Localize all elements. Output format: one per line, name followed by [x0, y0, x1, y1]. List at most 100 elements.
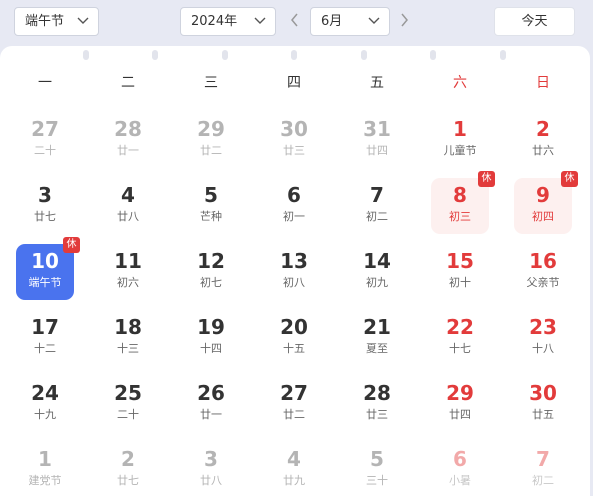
day-cell[interactable]: 5 芒种: [182, 178, 240, 234]
day-cell[interactable]: 30 廿三: [265, 112, 323, 168]
year-select[interactable]: 2024年: [180, 7, 276, 36]
day-cell[interactable]: 7 初二: [514, 442, 572, 496]
lunar-label: 父亲节: [526, 276, 560, 289]
day-cell[interactable]: 24 十九: [16, 376, 74, 432]
day-number: 1: [453, 117, 467, 141]
day-cell[interactable]: 7 初二: [348, 178, 406, 234]
day-cell[interactable]: 25 二十: [99, 376, 157, 432]
day-cell[interactable]: 2 廿七: [99, 442, 157, 496]
lunar-label: 十四: [200, 342, 222, 355]
weekday-label: 日: [536, 75, 550, 91]
rest-day-badge: 休: [561, 171, 578, 187]
day-number: 2: [536, 117, 550, 141]
lunar-label: 初二: [532, 474, 554, 487]
festival-select-value: 端午节: [25, 14, 65, 29]
day-cell[interactable]: 28 廿三: [348, 376, 406, 432]
day-cell[interactable]: 6 初一: [265, 178, 323, 234]
day-cell[interactable]: 5 三十: [348, 442, 406, 496]
lunar-label: 十五: [283, 342, 305, 355]
lunar-label: 廿七: [34, 210, 56, 223]
lunar-label: 廿八: [117, 210, 139, 223]
lunar-label: 十三: [117, 342, 139, 355]
day-cell[interactable]: 4 廿八: [99, 178, 157, 234]
weekday-label: 六: [453, 75, 467, 91]
lunar-label: 初八: [283, 276, 305, 289]
lunar-label: 初二: [366, 210, 388, 223]
chevron-down-icon: [77, 17, 89, 24]
chevron-down-icon: [254, 17, 266, 24]
day-number: 3: [204, 447, 218, 471]
day-number: 13: [280, 249, 308, 273]
day-number: 6: [287, 183, 301, 207]
day-number: 26: [197, 381, 225, 405]
next-month-icon[interactable]: [399, 13, 409, 27]
day-cell[interactable]: 27 二十: [16, 112, 74, 168]
weekday-label: 五: [370, 75, 384, 91]
day-cell[interactable]: 15 初十: [431, 244, 489, 300]
day-cell[interactable]: 3 廿七: [16, 178, 74, 234]
previous-month-icon[interactable]: [290, 13, 300, 27]
day-cell[interactable]: 26 廿一: [182, 376, 240, 432]
day-cell[interactable]: 4 廿九: [265, 442, 323, 496]
day-cell[interactable]: 1 儿童节: [431, 112, 489, 168]
day-cell[interactable]: 19 十四: [182, 310, 240, 366]
day-number: 5: [370, 447, 384, 471]
day-cell[interactable]: 11 初六: [99, 244, 157, 300]
day-number: 29: [446, 381, 474, 405]
day-number: 28: [363, 381, 391, 405]
binder-ring: [500, 50, 506, 60]
day-cell[interactable]: 27 廿二: [265, 376, 323, 432]
day-cell[interactable]: 28 廿一: [99, 112, 157, 168]
lunar-label: 初十: [449, 276, 471, 289]
lunar-label: 初九: [366, 276, 388, 289]
festival-select[interactable]: 端午节: [14, 7, 99, 36]
binder-ring: [291, 50, 297, 60]
day-cell[interactable]: 3 廿八: [182, 442, 240, 496]
day-cell[interactable]: 23 十八: [514, 310, 572, 366]
weekday-label: 一: [38, 75, 52, 91]
lunar-label: 十九: [34, 408, 56, 421]
lunar-label: 廿四: [366, 144, 388, 157]
day-cell[interactable]: 22 十七: [431, 310, 489, 366]
lunar-label: 廿八: [200, 474, 222, 487]
day-cell[interactable]: 8 初三休: [431, 171, 495, 234]
lunar-label: 廿一: [117, 144, 139, 157]
day-cell[interactable]: 31 廿四: [348, 112, 406, 168]
day-cell[interactable]: 12 初七: [182, 244, 240, 300]
day-cell[interactable]: 14 初九: [348, 244, 406, 300]
day-number: 7: [370, 183, 384, 207]
day-cell[interactable]: 17 十二: [16, 310, 74, 366]
day-number: 4: [121, 183, 135, 207]
day-cell[interactable]: 1 建党节: [16, 442, 74, 496]
today-button[interactable]: 今天: [494, 7, 575, 36]
day-number: 5: [204, 183, 218, 207]
day-cell[interactable]: 6 小暑: [431, 442, 489, 496]
day-number: 27: [280, 381, 308, 405]
day-cell[interactable]: 29 廿四: [431, 376, 489, 432]
day-cell[interactable]: 20 十五: [265, 310, 323, 366]
year-select-value: 2024年: [191, 14, 238, 29]
day-number: 19: [197, 315, 225, 339]
lunar-label: 廿四: [449, 408, 471, 421]
day-number: 7: [536, 447, 550, 471]
day-cell-selected[interactable]: 10 端午节休: [16, 237, 80, 300]
month-select[interactable]: 6月: [310, 7, 390, 36]
lunar-label: 十八: [532, 342, 554, 355]
lunar-label: 初三: [449, 210, 471, 223]
lunar-label: 廿一: [200, 408, 222, 421]
day-cell[interactable]: 21 夏至: [348, 310, 406, 366]
lunar-label: 廿九: [283, 474, 305, 487]
day-cell[interactable]: 30 廿五: [514, 376, 572, 432]
day-number: 20: [280, 315, 308, 339]
day-cell[interactable]: 29 廿二: [182, 112, 240, 168]
lunar-label: 廿三: [366, 408, 388, 421]
lunar-label: 初一: [283, 210, 305, 223]
day-cell[interactable]: 18 十三: [99, 310, 157, 366]
day-cell[interactable]: 2 廿六: [514, 112, 572, 168]
lunar-label: 廿五: [532, 408, 554, 421]
day-number: 2: [121, 447, 135, 471]
day-cell[interactable]: 16 父亲节: [514, 244, 572, 300]
lunar-label: 十二: [34, 342, 56, 355]
day-cell[interactable]: 13 初八: [265, 244, 323, 300]
day-cell[interactable]: 9 初四休: [514, 171, 578, 234]
